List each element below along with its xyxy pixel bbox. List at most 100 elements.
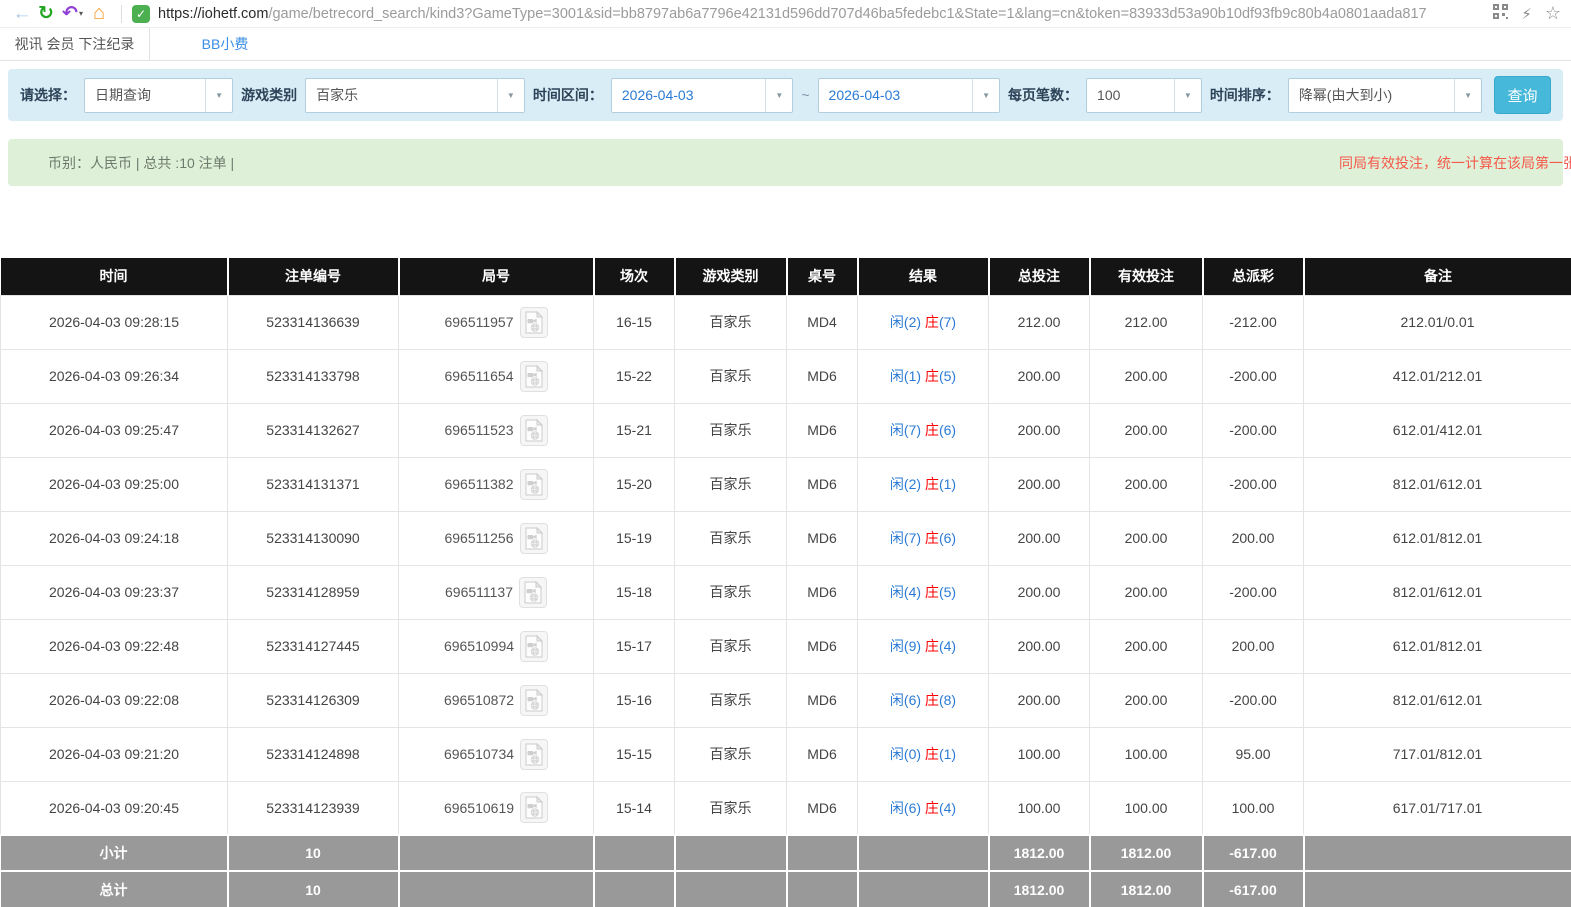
refresh-icon[interactable]: ↻	[34, 2, 58, 26]
round-number-wrap: 696511256	[444, 522, 548, 554]
qr-code-icon[interactable]	[1493, 4, 1509, 23]
result-banker: 庄	[921, 746, 939, 762]
cell-total-bet[interactable]: 200.00	[988, 348, 1090, 404]
column-header-result: 结果	[857, 258, 990, 295]
video-replay-icon[interactable]	[519, 414, 548, 446]
lightning-icon[interactable]: ⚡	[1521, 5, 1532, 23]
cell-game-type: 百家乐	[674, 618, 787, 674]
cell-time: 2026-04-03 09:25:00	[0, 456, 228, 512]
cell-total-bet[interactable]: 200.00	[988, 618, 1090, 674]
url-host: https://iohetf.com	[158, 5, 269, 22]
result-banker: 庄	[921, 692, 939, 708]
round-number: 696510994	[443, 638, 515, 654]
tab-bb-tip[interactable]: BB小费	[150, 28, 300, 60]
video-replay-icon[interactable]	[520, 738, 549, 770]
search-button[interactable]: 查询	[1494, 76, 1551, 114]
cell-total-bet[interactable]: 200.00	[988, 672, 1090, 728]
bookmark-star-icon[interactable]: ☆	[1545, 3, 1561, 24]
table-row: 2026-04-03 09:28:15 523314136639 696511957…	[0, 294, 1571, 350]
total-empty	[857, 870, 990, 907]
cell-result: 闲(7) 庄(6)	[857, 510, 989, 566]
result-banker: 庄	[921, 584, 939, 600]
back-icon[interactable]: ←	[10, 2, 34, 26]
cell-result: 闲(2) 庄(7)	[857, 294, 989, 350]
video-replay-icon[interactable]	[520, 684, 549, 716]
cell-result: 闲(0) 庄(1)	[857, 726, 989, 782]
cell-valid-bet: 100.00	[1089, 780, 1203, 836]
round-number: 696511137	[445, 584, 513, 600]
column-header-table-no: 桌号	[786, 258, 859, 295]
game-type-value: 百家乐	[316, 87, 359, 103]
table-row: 2026-04-03 09:25:47 523314132627 696511523…	[0, 402, 1571, 458]
cell-round: 696511137	[398, 564, 594, 620]
tab-bet-records[interactable]: 视讯 会员 下注纪录	[0, 28, 150, 60]
cell-bet-id: 523314130090	[227, 510, 399, 566]
cell-total-bet[interactable]: 200.00	[988, 402, 1090, 458]
subtotal-empty	[593, 834, 676, 871]
column-header-payout: 总派彩	[1202, 258, 1305, 295]
query-type-select[interactable]: 日期查询 ▼	[84, 77, 234, 113]
date-from-picker[interactable]: 2026-04-03 ▼	[610, 77, 794, 113]
cell-time: 2026-04-03 09:22:48	[0, 618, 228, 674]
result-player: 闲(2)	[889, 314, 922, 330]
cell-remark: 812.01/612.01	[1303, 672, 1571, 728]
cell-valid-bet: 212.00	[1089, 294, 1203, 350]
cell-round: 696510619	[398, 780, 594, 836]
cell-payout: 95.00	[1202, 726, 1304, 782]
cell-payout: -212.00	[1202, 294, 1304, 350]
game-type-select[interactable]: 百家乐 ▼	[305, 77, 525, 113]
subtotal-valid-bet: 1812.00	[1089, 834, 1204, 871]
per-page-select[interactable]: 100 ▼	[1086, 77, 1202, 113]
cell-total-bet[interactable]: 100.00	[988, 780, 1090, 836]
cell-table-no: MD6	[786, 780, 858, 836]
cell-table-no: MD6	[786, 726, 858, 782]
per-page-label: 每页笔数：	[1008, 87, 1079, 103]
range-tilde: ~	[801, 87, 810, 103]
cell-valid-bet: 200.00	[1089, 564, 1203, 620]
cell-remark: 412.01/212.01	[1303, 348, 1571, 404]
round-number-wrap: 696511957	[444, 306, 548, 338]
cell-bet-id: 523314126309	[227, 672, 399, 728]
result-banker-score: (7)	[938, 314, 957, 330]
result-player: 闲(6)	[889, 799, 922, 816]
table-row: 2026-04-03 09:21:20 523314124898 696510734…	[0, 726, 1571, 782]
cell-time: 2026-04-03 09:23:37	[0, 564, 228, 620]
cell-game-type: 百家乐	[674, 726, 787, 782]
cell-bet-id: 523314124898	[227, 726, 399, 782]
table-footer: 小计 10 1812.00 1812.00 -617.00 总计 10 1812…	[0, 834, 1571, 907]
cell-bet-id: 523314127445	[227, 618, 399, 674]
cell-remark: 612.01/412.01	[1303, 402, 1571, 458]
cell-session: 15-17	[593, 618, 675, 674]
table-row: 2026-04-03 09:26:34 523314133798 696511654…	[0, 348, 1571, 404]
date-to-picker[interactable]: 2026-04-03 ▼	[817, 77, 1001, 113]
cell-session: 15-20	[593, 456, 675, 512]
result-banker-score: (4)	[938, 638, 957, 654]
cell-game-type: 百家乐	[674, 348, 787, 404]
video-replay-icon[interactable]	[519, 522, 548, 554]
video-replay-icon[interactable]	[520, 630, 549, 662]
result-banker: 庄	[921, 799, 939, 816]
video-replay-icon[interactable]	[519, 306, 548, 338]
home-icon[interactable]: ⌂	[87, 2, 111, 26]
cell-total-bet[interactable]: 200.00	[988, 510, 1090, 566]
header-row: 时间 注单编号 局号 场次 游戏类别 桌号 结果 总投注 有效投注 总派彩 备注	[0, 258, 1571, 295]
chevron-down-icon: ▼	[765, 78, 792, 112]
subtotal-empty	[857, 834, 990, 871]
sort-select[interactable]: 降幂(由大到小) ▼	[1287, 77, 1483, 113]
cell-round: 696510872	[398, 672, 594, 728]
result-player: 闲(7)	[889, 422, 922, 438]
cell-result: 闲(9) 庄(4)	[857, 618, 989, 674]
video-replay-icon[interactable]	[519, 468, 548, 500]
security-shield-icon[interactable]: ✓	[132, 4, 151, 23]
cell-total-bet[interactable]: 212.00	[988, 294, 1090, 350]
video-replay-icon[interactable]	[519, 360, 548, 392]
cell-total-bet[interactable]: 200.00	[988, 564, 1090, 620]
address-bar[interactable]: https://iohetf.com/game/betrecord_search…	[158, 6, 1485, 22]
round-number-wrap: 696510872	[444, 684, 549, 716]
video-replay-icon[interactable]	[520, 792, 549, 824]
cell-total-bet[interactable]: 200.00	[988, 456, 1090, 512]
cell-session: 16-15	[593, 294, 675, 350]
undo-dropdown-icon[interactable]: ▾	[79, 9, 83, 18]
cell-total-bet[interactable]: 100.00	[988, 726, 1090, 782]
video-replay-icon[interactable]	[519, 576, 547, 608]
